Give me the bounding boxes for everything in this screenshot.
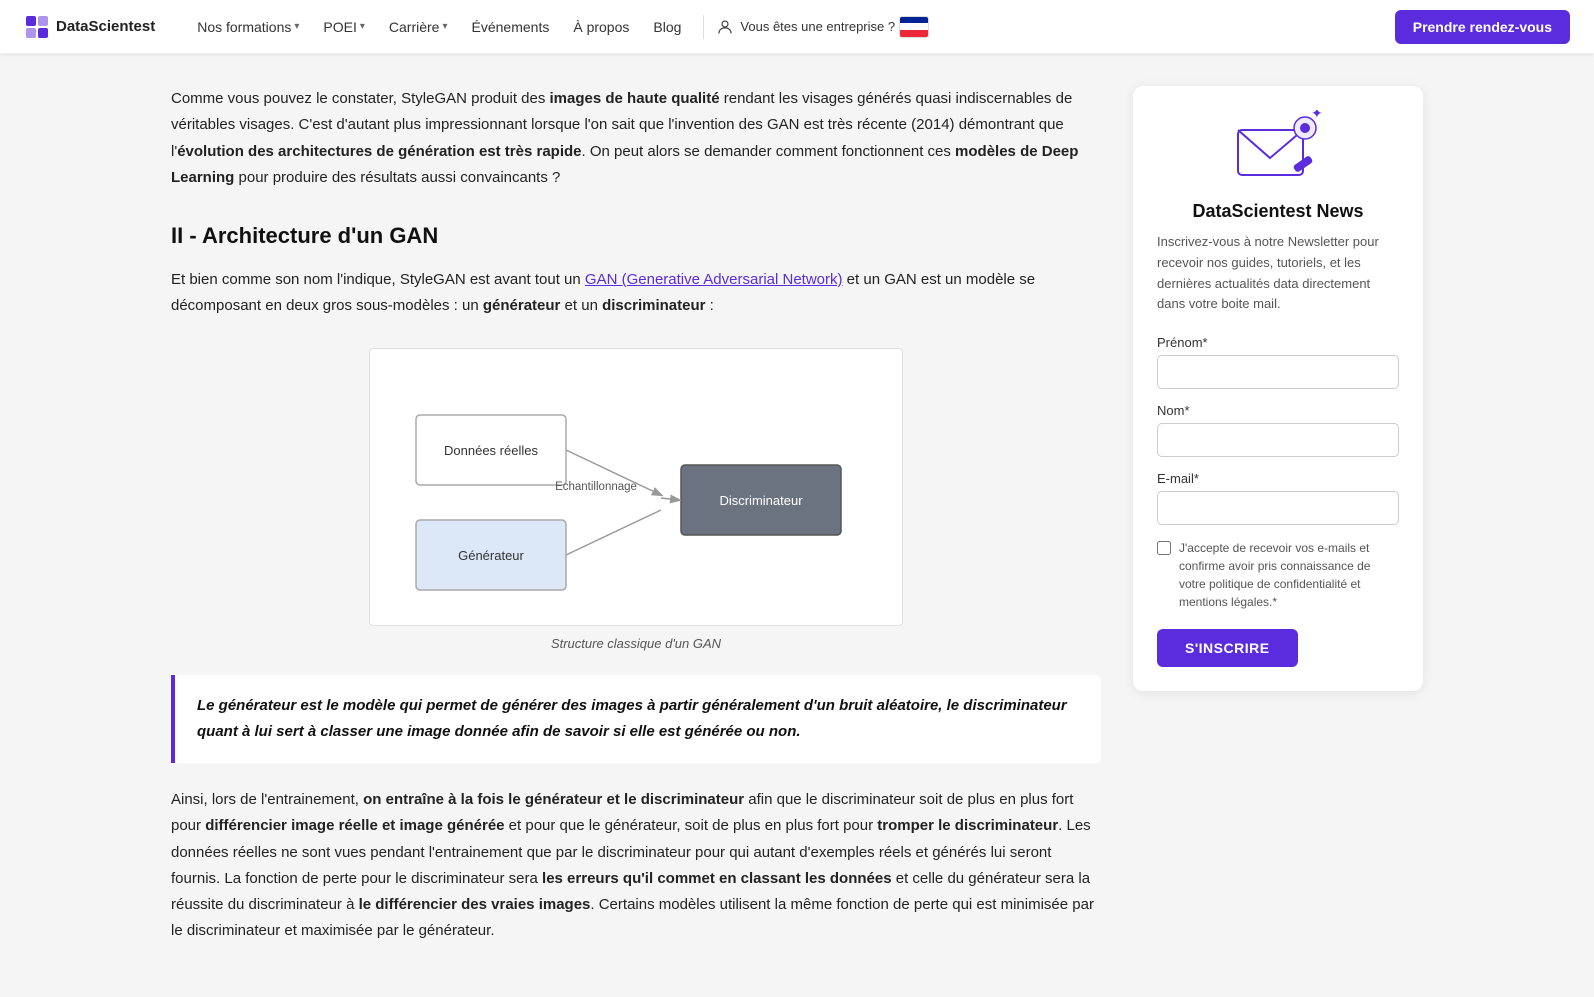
intro-bold-2: évolution des architectures de génératio… — [177, 143, 581, 160]
newsletter-icon: ✦ — [1233, 110, 1323, 185]
cta-button[interactable]: Prendre rendez-vous — [1395, 10, 1570, 44]
language-flag[interactable] — [899, 16, 929, 38]
prenom-group: Prénom* — [1157, 335, 1399, 389]
nom-group: Nom* — [1157, 403, 1399, 457]
nav-apropos[interactable]: À propos — [563, 13, 639, 41]
nav-evenements[interactable]: Événements — [462, 13, 560, 41]
generateur-label: Générateur — [458, 548, 524, 563]
body-bold-5: le différencier des vraies images — [359, 896, 591, 913]
logo-text: DataScientest — [56, 18, 155, 35]
consent-label: J'accepte de recevoir vos e-mails et con… — [1179, 539, 1399, 611]
sidebar-card: ✦ DataScientest News Inscrivez-vous à no… — [1133, 86, 1423, 691]
echantillonnage-label: Echantillonnage — [555, 481, 637, 493]
consent-row: J'accepte de recevoir vos e-mails et con… — [1157, 539, 1399, 611]
logo[interactable]: DataScientest — [24, 14, 155, 40]
section-paragraph: Et bien comme son nom l'indique, StyleGA… — [171, 267, 1101, 320]
body-bold-2: différencier image réelle et image génér… — [205, 817, 504, 834]
intro-text-4: pour produire des résultats aussi convai… — [234, 169, 560, 186]
nav-poei[interactable]: POEI ▾ — [313, 13, 375, 41]
sidebar-desc: Inscrivez-vous à notre Newsletter pour r… — [1157, 232, 1399, 315]
prenom-input[interactable] — [1157, 355, 1399, 389]
section-text-1: Et bien comme son nom l'indique, StyleGA… — [171, 271, 585, 288]
newsletter-icon-area: ✦ — [1157, 110, 1399, 185]
chevron-down-icon: ▾ — [360, 21, 365, 32]
navbar: DataScientest Nos formations ▾ POEI ▾ Ca… — [0, 0, 1594, 54]
intro-text-1: Comme vous pouvez le constater, StyleGAN… — [171, 90, 550, 107]
diagram-svg: Données réelles Générateur Discriminateu… — [369, 348, 903, 626]
section-text-3: et un — [560, 297, 602, 314]
email-group: E-mail* — [1157, 471, 1399, 525]
email-label: E-mail* — [1157, 471, 1399, 486]
diagram-container: Données réelles Générateur Discriminateu… — [171, 348, 1101, 651]
nav-carriere[interactable]: Carrière ▾ — [379, 13, 458, 41]
highlight-block: Le générateur est le modèle qui permet d… — [171, 675, 1101, 764]
body-text-1: Ainsi, lors de l'entrainement, — [171, 791, 363, 808]
gan-link[interactable]: GAN (Generative Adversarial Network) — [585, 271, 843, 288]
sidebar-title: DataScientest News — [1157, 201, 1399, 222]
gan-diagram: Données réelles Générateur Discriminateu… — [386, 365, 886, 605]
body-paragraph: Ainsi, lors de l'entrainement, on entraî… — [171, 787, 1101, 945]
nom-label: Nom* — [1157, 403, 1399, 418]
nav-divider — [703, 15, 704, 39]
section-heading: II - Architecture d'un GAN — [171, 223, 1101, 249]
logo-icon — [24, 14, 50, 40]
body-text-3: et pour que le générateur, soit de plus … — [505, 817, 878, 834]
body-bold-3: tromper le discriminateur — [877, 817, 1058, 834]
enterprise-link[interactable]: Vous êtes une entreprise ? — [716, 18, 895, 36]
sidebar: ✦ DataScientest News Inscrivez-vous à no… — [1133, 86, 1423, 965]
intro-bold-1: images de haute qualité — [550, 90, 720, 107]
navbar-links: Nos formations ▾ POEI ▾ Carrière ▾ Événe… — [187, 13, 1395, 41]
page-wrapper: Comme vous pouvez le constater, StyleGAN… — [147, 54, 1447, 997]
enterprise-icon — [716, 18, 734, 36]
intro-text-3: . On peut alors se demander comment fonc… — [582, 143, 956, 160]
donnees-label: Données réelles — [444, 443, 538, 458]
body-bold-1: on entraîne à la fois le générateur et l… — [363, 791, 744, 808]
submit-button[interactable]: S'INSCRIRE — [1157, 629, 1298, 667]
highlight-text: Le générateur est le modèle qui permet d… — [197, 697, 1067, 740]
diagram-caption: Structure classique d'un GAN — [551, 636, 721, 651]
main-content: Comme vous pouvez le constater, StyleGAN… — [171, 86, 1101, 965]
discriminateur-label: Discriminateur — [719, 493, 803, 508]
flag-white — [900, 23, 928, 30]
section-bold-2: discriminateur — [602, 297, 705, 314]
nav-blog[interactable]: Blog — [643, 13, 691, 41]
section-text-4: : — [705, 297, 713, 314]
nav-nos-formations[interactable]: Nos formations ▾ — [187, 13, 309, 41]
consent-checkbox[interactable] — [1157, 541, 1171, 555]
email-input[interactable] — [1157, 491, 1399, 525]
nom-input[interactable] — [1157, 423, 1399, 457]
intro-paragraph: Comme vous pouvez le constater, StyleGAN… — [171, 86, 1101, 191]
svg-text:✦: ✦ — [1311, 110, 1323, 121]
chevron-down-icon: ▾ — [442, 21, 447, 32]
section-bold-1: générateur — [483, 297, 561, 314]
flag-red — [900, 30, 928, 37]
chevron-down-icon: ▾ — [294, 21, 299, 32]
prenom-label: Prénom* — [1157, 335, 1399, 350]
flag-blue — [900, 17, 928, 24]
body-bold-4: les erreurs qu'il commet en classant les… — [542, 870, 892, 887]
navbar-right: Prendre rendez-vous — [1395, 10, 1570, 44]
